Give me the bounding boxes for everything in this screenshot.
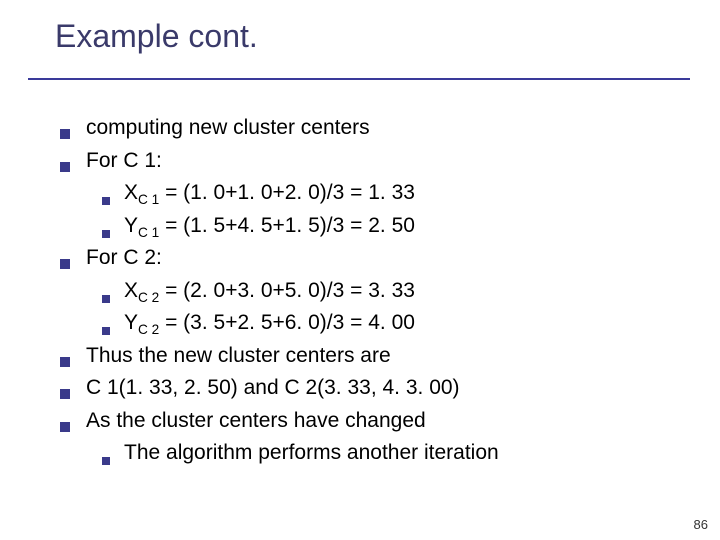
body-text: For C 1: [86,145,680,178]
square-bullet-icon [102,197,110,205]
list-item: For C 2: [60,242,680,275]
body-text: XC 2 = (2. 0+3. 0+5. 0)/3 = 3. 33 [124,275,680,308]
subscript: C 1 [138,225,159,240]
square-bullet-icon [102,327,110,335]
subscript: C 2 [138,290,159,305]
body-text: As the cluster centers have changed [86,405,680,438]
list-item: As the cluster centers have changed [60,405,680,438]
square-bullet-icon [102,295,110,303]
square-bullet-icon [60,129,70,139]
var-y: Y [124,311,138,334]
body-text: For C 2: [86,242,680,275]
var-x: X [124,181,138,204]
list-item: YC 2 = (3. 5+2. 5+6. 0)/3 = 4. 00 [102,307,680,340]
var-x: X [124,279,138,302]
square-bullet-icon [102,457,110,465]
square-bullet-icon [60,422,70,432]
square-bullet-icon [60,162,70,172]
slide-content: computing new cluster centers For C 1: X… [60,112,680,470]
list-item: XC 1 = (1. 0+1. 0+2. 0)/3 = 1. 33 [102,177,680,210]
page-number: 86 [694,517,708,532]
subscript: C 1 [138,192,159,207]
list-item: The algorithm performs another iteration [102,437,680,470]
expr: = (3. 5+2. 5+6. 0)/3 = 4. 00 [159,311,415,334]
slide: Example cont. computing new cluster cent… [0,0,720,540]
square-bullet-icon [60,389,70,399]
list-item: C 1(1. 33, 2. 50) and C 2(3. 33, 4. 3. 0… [60,372,680,405]
body-text: The algorithm performs another iteration [124,437,680,470]
slide-title: Example cont. [55,18,258,55]
body-text: XC 1 = (1. 0+1. 0+2. 0)/3 = 1. 33 [124,177,680,210]
var-y: Y [124,214,138,237]
expr: = (1. 0+1. 0+2. 0)/3 = 1. 33 [159,181,415,204]
list-item: computing new cluster centers [60,112,680,145]
list-item: Thus the new cluster centers are [60,340,680,373]
body-text: computing new cluster centers [86,112,680,145]
title-rule [28,78,690,80]
body-text: C 1(1. 33, 2. 50) and C 2(3. 33, 4. 3. 0… [86,372,680,405]
square-bullet-icon [60,357,70,367]
list-item: For C 1: [60,145,680,178]
body-text: Thus the new cluster centers are [86,340,680,373]
body-text: YC 1 = (1. 5+4. 5+1. 5)/3 = 2. 50 [124,210,680,243]
square-bullet-icon [60,259,70,269]
expr: = (1. 5+4. 5+1. 5)/3 = 2. 50 [159,214,415,237]
body-text: YC 2 = (3. 5+2. 5+6. 0)/3 = 4. 00 [124,307,680,340]
subscript: C 2 [138,322,159,337]
list-item: XC 2 = (2. 0+3. 0+5. 0)/3 = 3. 33 [102,275,680,308]
expr: = (2. 0+3. 0+5. 0)/3 = 3. 33 [159,279,415,302]
list-item: YC 1 = (1. 5+4. 5+1. 5)/3 = 2. 50 [102,210,680,243]
square-bullet-icon [102,230,110,238]
